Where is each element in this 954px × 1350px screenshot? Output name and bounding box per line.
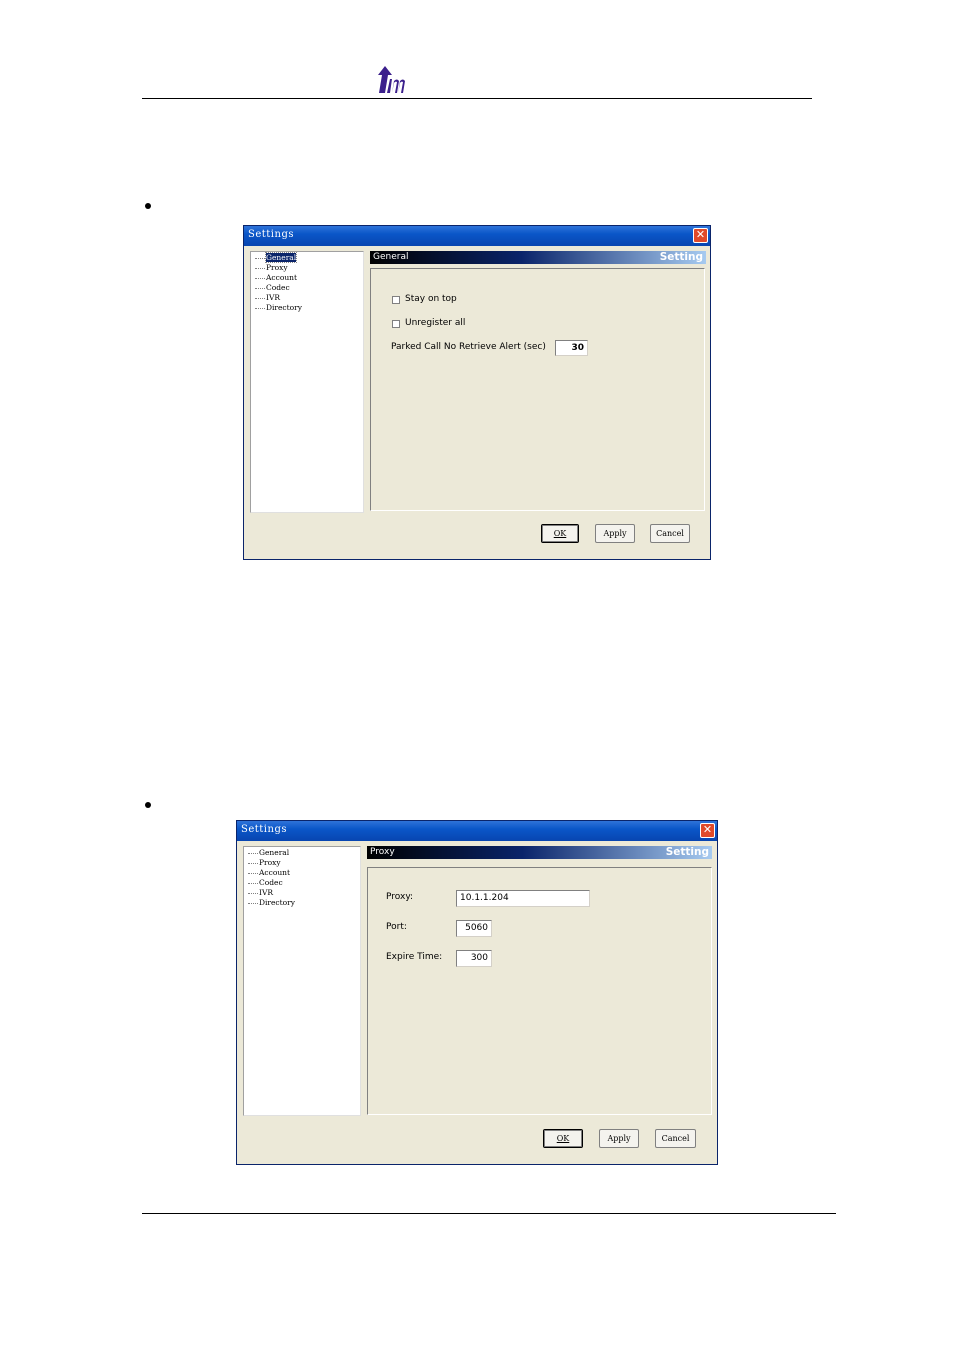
cancel-button[interactable]: Cancel — [655, 1129, 696, 1148]
apply-button[interactable]: Apply — [599, 1129, 639, 1148]
unregister-all-checkbox[interactable] — [392, 320, 400, 328]
settings-panel — [370, 268, 705, 511]
company-logo — [378, 66, 405, 93]
proxy-input[interactable]: 10.1.1.204 — [456, 890, 590, 907]
parked-alert-label: Parked Call No Retrieve Alert (sec) — [391, 342, 546, 352]
window-title: Settings — [241, 824, 287, 835]
unregister-all-label: Unregister all — [405, 318, 466, 328]
parked-alert-input[interactable]: 30 — [555, 340, 588, 356]
bullet-2 — [145, 802, 151, 808]
tree-item-directory[interactable]: Directory — [248, 898, 295, 908]
ok-button[interactable]: OK — [543, 1129, 583, 1148]
tree-item-account[interactable]: Account — [248, 868, 290, 878]
ok-button[interactable]: OK — [541, 524, 579, 543]
section-setting-label: Setting — [665, 846, 709, 858]
tree-item-directory[interactable]: Directory — [255, 303, 302, 313]
settings-tree: General Proxy Account Codec IVR Director… — [250, 251, 364, 513]
settings-tree: General Proxy Account Codec IVR Director… — [243, 846, 361, 1116]
settings-dialog-general: Settings ✕ General Proxy Account Codec I… — [243, 225, 711, 560]
stay-on-top-checkbox[interactable] — [392, 296, 400, 304]
cancel-button[interactable]: Cancel — [650, 524, 690, 543]
port-input[interactable]: 5060 — [456, 920, 492, 937]
port-label: Port: — [386, 922, 407, 932]
apply-button[interactable]: Apply — [595, 524, 635, 543]
tree-item-proxy[interactable]: Proxy — [255, 263, 288, 273]
expire-time-label: Expire Time: — [386, 952, 443, 962]
window-title: Settings — [248, 229, 294, 240]
footer-rule — [142, 1213, 836, 1214]
bullet-1 — [145, 203, 151, 209]
stay-on-top-label: Stay on top — [405, 294, 457, 304]
section-setting-label: Setting — [659, 251, 703, 263]
tree-item-general[interactable]: General — [255, 252, 298, 263]
tree-item-codec[interactable]: Codec — [248, 878, 283, 888]
section-title: General — [373, 252, 409, 262]
title-bar[interactable]: Settings ✕ — [244, 226, 710, 246]
settings-dialog-proxy: Settings ✕ General Proxy Account Codec I… — [236, 820, 718, 1165]
expire-time-input[interactable]: 300 — [456, 950, 492, 967]
tree-item-proxy[interactable]: Proxy — [248, 858, 281, 868]
header-rule — [142, 98, 812, 99]
tree-item-general[interactable]: General — [248, 848, 289, 858]
tree-item-ivr[interactable]: IVR — [248, 888, 273, 898]
close-button[interactable]: ✕ — [700, 823, 715, 838]
proxy-label: Proxy: — [386, 892, 414, 902]
tree-item-codec[interactable]: Codec — [255, 283, 290, 293]
section-header: General Setting — [370, 251, 706, 264]
close-button[interactable]: ✕ — [693, 228, 708, 243]
section-title: Proxy — [370, 847, 395, 857]
title-bar[interactable]: Settings ✕ — [237, 821, 717, 841]
tree-item-account[interactable]: Account — [255, 273, 297, 283]
tree-item-ivr[interactable]: IVR — [255, 293, 280, 303]
section-header: Proxy Setting — [367, 846, 712, 859]
